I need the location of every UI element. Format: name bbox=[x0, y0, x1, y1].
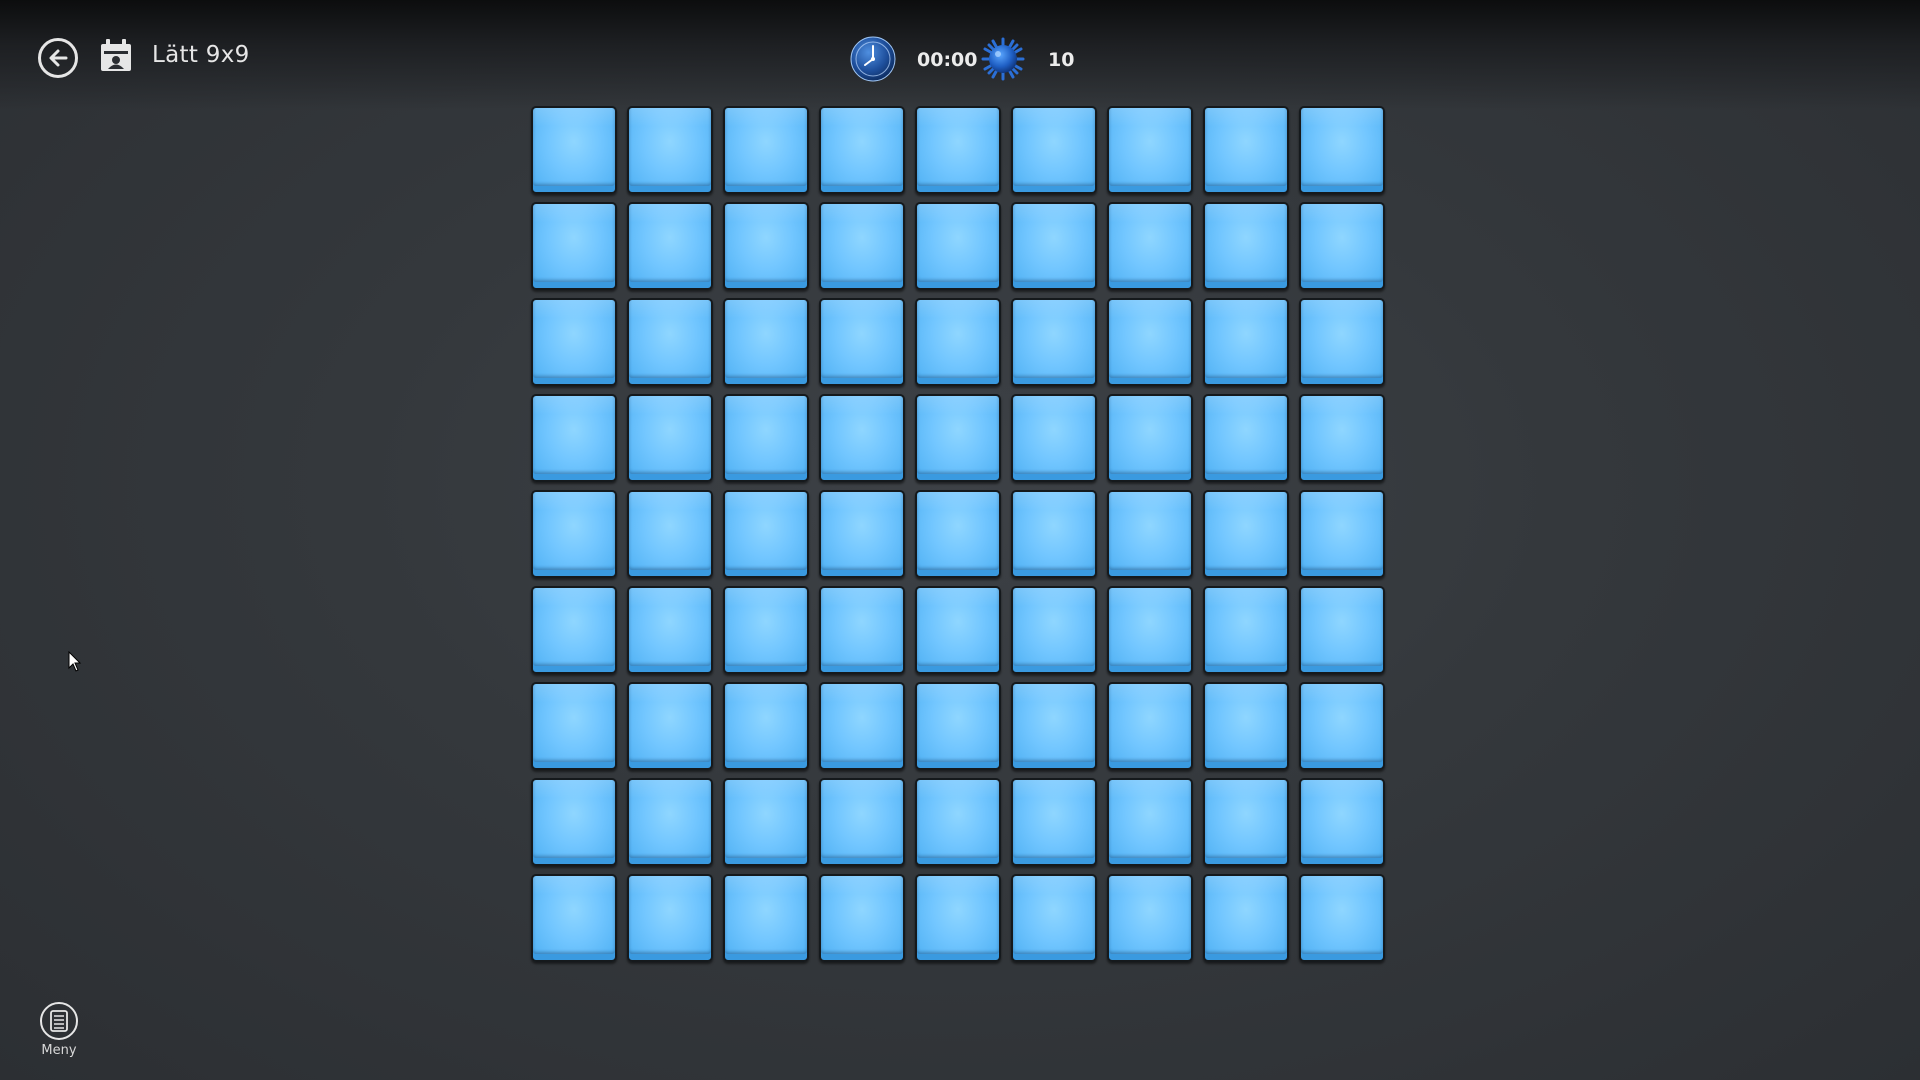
board-cell[interactable] bbox=[1107, 106, 1193, 194]
back-arrow-icon bbox=[49, 49, 68, 67]
board-cell[interactable] bbox=[723, 394, 809, 482]
calendar-icon bbox=[101, 39, 131, 71]
board-cell[interactable] bbox=[1011, 778, 1097, 866]
board-cell[interactable] bbox=[627, 490, 713, 578]
board-cell[interactable] bbox=[1107, 298, 1193, 386]
board-cell[interactable] bbox=[627, 778, 713, 866]
board-cell[interactable] bbox=[1011, 874, 1097, 962]
mine-counter: 10 bbox=[1048, 49, 1075, 71]
board-cell[interactable] bbox=[723, 682, 809, 770]
clock-icon bbox=[850, 36, 896, 82]
board-cell[interactable] bbox=[1203, 874, 1289, 962]
board-cell[interactable] bbox=[627, 874, 713, 962]
board-cell[interactable] bbox=[819, 202, 905, 290]
menu-list-icon bbox=[50, 1010, 68, 1032]
back-button[interactable] bbox=[38, 38, 78, 78]
timer-value: 00:00 bbox=[917, 49, 978, 71]
menu-button[interactable] bbox=[40, 1002, 78, 1040]
board-cell[interactable] bbox=[531, 490, 617, 578]
board-cell[interactable] bbox=[1107, 874, 1193, 962]
board-cell[interactable] bbox=[1203, 778, 1289, 866]
board-cell[interactable] bbox=[723, 778, 809, 866]
board-cell[interactable] bbox=[819, 586, 905, 674]
board-cell[interactable] bbox=[1299, 490, 1385, 578]
board-cell[interactable] bbox=[915, 586, 1001, 674]
board-cell[interactable] bbox=[1011, 298, 1097, 386]
board-cell[interactable] bbox=[627, 682, 713, 770]
board-cell[interactable] bbox=[1107, 682, 1193, 770]
board-cell[interactable] bbox=[1011, 106, 1097, 194]
board-cell[interactable] bbox=[1011, 202, 1097, 290]
board-cell[interactable] bbox=[915, 874, 1001, 962]
board-cell[interactable] bbox=[723, 490, 809, 578]
board-cell[interactable] bbox=[915, 106, 1001, 194]
board-cell[interactable] bbox=[1203, 298, 1289, 386]
board-cell[interactable] bbox=[531, 106, 617, 194]
board-cell[interactable] bbox=[819, 490, 905, 578]
board-cell[interactable] bbox=[915, 490, 1001, 578]
board-cell[interactable] bbox=[1107, 778, 1193, 866]
board-cell[interactable] bbox=[531, 202, 617, 290]
board-cell[interactable] bbox=[1299, 298, 1385, 386]
board-cell[interactable] bbox=[1299, 394, 1385, 482]
board-cell[interactable] bbox=[723, 298, 809, 386]
board-cell[interactable] bbox=[1299, 874, 1385, 962]
board-cell[interactable] bbox=[627, 106, 713, 194]
board-cell[interactable] bbox=[1203, 106, 1289, 194]
board-cell[interactable] bbox=[1011, 682, 1097, 770]
minefield-board bbox=[531, 106, 1389, 966]
board-cell[interactable] bbox=[1107, 202, 1193, 290]
board-cell[interactable] bbox=[1299, 106, 1385, 194]
board-cell[interactable] bbox=[1011, 586, 1097, 674]
board-cell[interactable] bbox=[819, 874, 905, 962]
board-cell[interactable] bbox=[627, 298, 713, 386]
board-cell[interactable] bbox=[1299, 202, 1385, 290]
board-cell[interactable] bbox=[915, 298, 1001, 386]
board-cell[interactable] bbox=[1107, 586, 1193, 674]
board-cell[interactable] bbox=[531, 586, 617, 674]
board-cell[interactable] bbox=[915, 394, 1001, 482]
board-cell[interactable] bbox=[819, 394, 905, 482]
board-cell[interactable] bbox=[531, 874, 617, 962]
board-cell[interactable] bbox=[1203, 394, 1289, 482]
board-cell[interactable] bbox=[819, 682, 905, 770]
board-cell[interactable] bbox=[819, 778, 905, 866]
board-cell[interactable] bbox=[723, 202, 809, 290]
board-cell[interactable] bbox=[1203, 586, 1289, 674]
board-cell[interactable] bbox=[723, 874, 809, 962]
board-cell[interactable] bbox=[819, 298, 905, 386]
board-cell[interactable] bbox=[1107, 490, 1193, 578]
board-cell[interactable] bbox=[531, 394, 617, 482]
board-cell[interactable] bbox=[531, 298, 617, 386]
game-title: Lätt 9x9 bbox=[152, 42, 250, 68]
board-cell[interactable] bbox=[1107, 394, 1193, 482]
board-cell[interactable] bbox=[1299, 778, 1385, 866]
board-cell[interactable] bbox=[1011, 490, 1097, 578]
board-cell[interactable] bbox=[531, 682, 617, 770]
menu-label: Meny bbox=[41, 1043, 77, 1058]
board-cell[interactable] bbox=[819, 106, 905, 194]
board-cell[interactable] bbox=[1299, 586, 1385, 674]
board-cell[interactable] bbox=[627, 202, 713, 290]
board-cell[interactable] bbox=[723, 106, 809, 194]
board-cell[interactable] bbox=[1299, 682, 1385, 770]
board-cell[interactable] bbox=[1011, 394, 1097, 482]
board-cell[interactable] bbox=[723, 586, 809, 674]
board-cell[interactable] bbox=[915, 682, 1001, 770]
board-cell[interactable] bbox=[915, 778, 1001, 866]
mouse-cursor-icon bbox=[68, 651, 82, 672]
board-cell[interactable] bbox=[531, 778, 617, 866]
board-cell[interactable] bbox=[1203, 490, 1289, 578]
board-cell[interactable] bbox=[627, 394, 713, 482]
board-cell[interactable] bbox=[627, 586, 713, 674]
board-cell[interactable] bbox=[915, 202, 1001, 290]
board-cell[interactable] bbox=[1203, 682, 1289, 770]
board-cell[interactable] bbox=[1203, 202, 1289, 290]
mine-icon bbox=[981, 37, 1025, 81]
